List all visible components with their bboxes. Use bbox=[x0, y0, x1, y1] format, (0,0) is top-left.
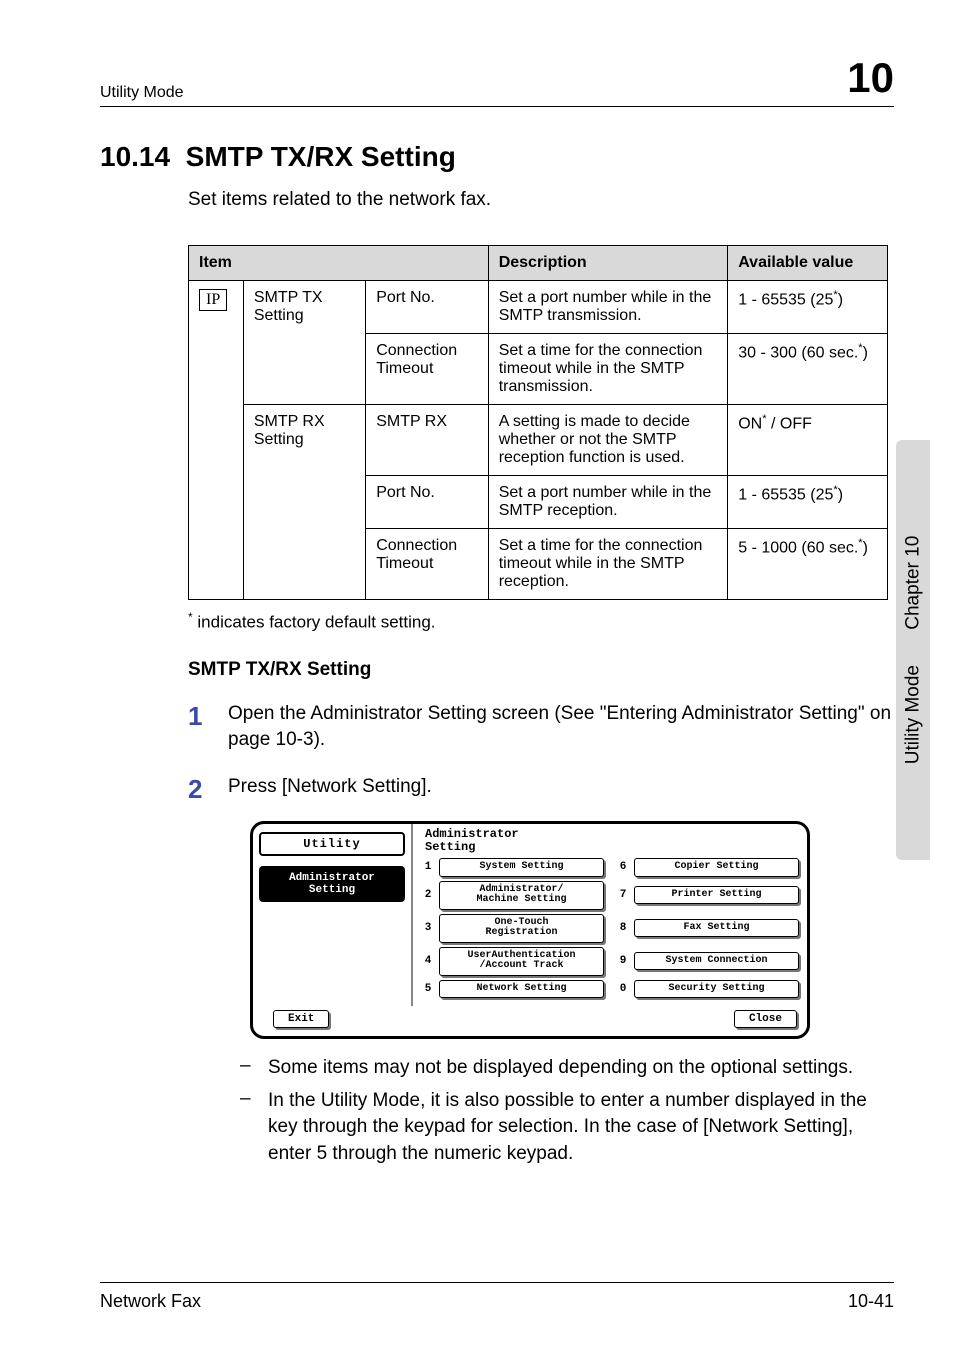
btn-copier-setting[interactable]: Copier Setting bbox=[634, 858, 799, 877]
row-smtp-rx-desc: A setting is made to decide whether or n… bbox=[488, 405, 728, 476]
procedure-heading: SMTP TX/RX Setting bbox=[188, 659, 894, 681]
row-conn-rx-avail: 5 - 1000 (60 sec.*) bbox=[728, 529, 888, 600]
intro-text: Set items related to the network fax. bbox=[188, 189, 894, 211]
row-conn-tx-avail: 30 - 300 (60 sec.*) bbox=[728, 334, 888, 405]
side-tab-util: Utility Mode bbox=[902, 665, 923, 764]
th-item: Item bbox=[189, 246, 489, 281]
panel-right-title: Administrator Setting bbox=[425, 828, 799, 854]
row-conn-rx-desc: Set a time for the connection timeout wh… bbox=[488, 529, 728, 600]
screenshot-admin-setting: Utility Administrator Setting Administra… bbox=[250, 821, 894, 1039]
row-smtp-rx-avail: ON* / OFF bbox=[728, 405, 888, 476]
note-2: In the Utility Mode, it is also possible… bbox=[268, 1088, 894, 1168]
th-description: Description bbox=[488, 246, 728, 281]
panel-admin-tab[interactable]: Administrator Setting bbox=[259, 866, 405, 902]
row-port-rx: Port No. bbox=[366, 476, 489, 529]
step-1-number: 1 bbox=[188, 701, 228, 732]
btn-system-setting[interactable]: System Setting bbox=[439, 858, 604, 877]
side-tab-chapter: Chapter 10 bbox=[902, 536, 923, 630]
row-port-tx-desc: Set a port number while in the SMTP tran… bbox=[488, 281, 728, 334]
btn-printer-setting[interactable]: Printer Setting bbox=[634, 886, 799, 905]
header-section: Utility Mode bbox=[100, 84, 184, 102]
note-1: Some items may not be displayed dependin… bbox=[268, 1055, 894, 1082]
row-smtp-rx: SMTP RX bbox=[366, 405, 489, 476]
footer-page: 10-41 bbox=[848, 1291, 894, 1312]
step-2: 2 Press [Network Setting]. bbox=[188, 774, 894, 805]
btn-one-touch[interactable]: One-Touch Registration bbox=[439, 914, 604, 943]
ip-tag: IP bbox=[199, 289, 227, 311]
settings-table: Item Description Available value IP SMTP… bbox=[188, 245, 888, 600]
header-chapter-number: 10 bbox=[847, 54, 894, 102]
btn-close[interactable]: Close bbox=[734, 1010, 797, 1028]
row-conn-tx-desc: Set a time for the connection timeout wh… bbox=[488, 334, 728, 405]
btn-system-connection[interactable]: System Connection bbox=[634, 952, 799, 971]
page-footer: Network Fax 10-41 bbox=[100, 1282, 894, 1312]
footer-left: Network Fax bbox=[100, 1291, 201, 1312]
step-1: 1 Open the Administrator Setting screen … bbox=[188, 701, 894, 754]
section-title: SMTP TX/RX Setting bbox=[186, 141, 456, 172]
step-2-text: Press [Network Setting]. bbox=[228, 774, 894, 801]
th-available: Available value bbox=[728, 246, 888, 281]
row-port-rx-desc: Set a port number while in the SMTP rece… bbox=[488, 476, 728, 529]
btn-network-setting[interactable]: Network Setting bbox=[439, 980, 604, 999]
row-port-rx-avail: 1 - 65535 (25*) bbox=[728, 476, 888, 529]
section-number: 10.14 bbox=[100, 141, 170, 172]
side-tab: Utility Mode Chapter 10 bbox=[896, 440, 930, 860]
panel-utility-button[interactable]: Utility bbox=[259, 832, 405, 856]
step-2-notes: –Some items may not be displayed dependi… bbox=[240, 1055, 894, 1167]
row-port-tx: Port No. bbox=[366, 281, 489, 334]
btn-fax-setting[interactable]: Fax Setting bbox=[634, 919, 799, 938]
row-conn-tx: Connection Timeout bbox=[366, 334, 489, 405]
step-1-text: Open the Administrator Setting screen (S… bbox=[228, 701, 894, 754]
row-conn-rx: Connection Timeout bbox=[366, 529, 489, 600]
btn-user-auth[interactable]: UserAuthentication /Account Track bbox=[439, 947, 604, 976]
btn-exit[interactable]: Exit bbox=[273, 1010, 329, 1028]
footnote: * indicates factory default setting. bbox=[188, 610, 894, 633]
step-2-number: 2 bbox=[188, 774, 228, 805]
group-smtp-tx: SMTP TX Setting bbox=[243, 281, 365, 405]
page-header: Utility Mode 10 bbox=[100, 54, 894, 107]
btn-admin-machine[interactable]: Administrator/ Machine Setting bbox=[439, 881, 604, 910]
section-heading: 10.14 SMTP TX/RX Setting bbox=[100, 141, 894, 173]
row-port-tx-avail: 1 - 65535 (25*) bbox=[728, 281, 888, 334]
btn-security-setting[interactable]: Security Setting bbox=[634, 980, 799, 999]
group-smtp-rx: SMTP RX Setting bbox=[243, 405, 365, 600]
